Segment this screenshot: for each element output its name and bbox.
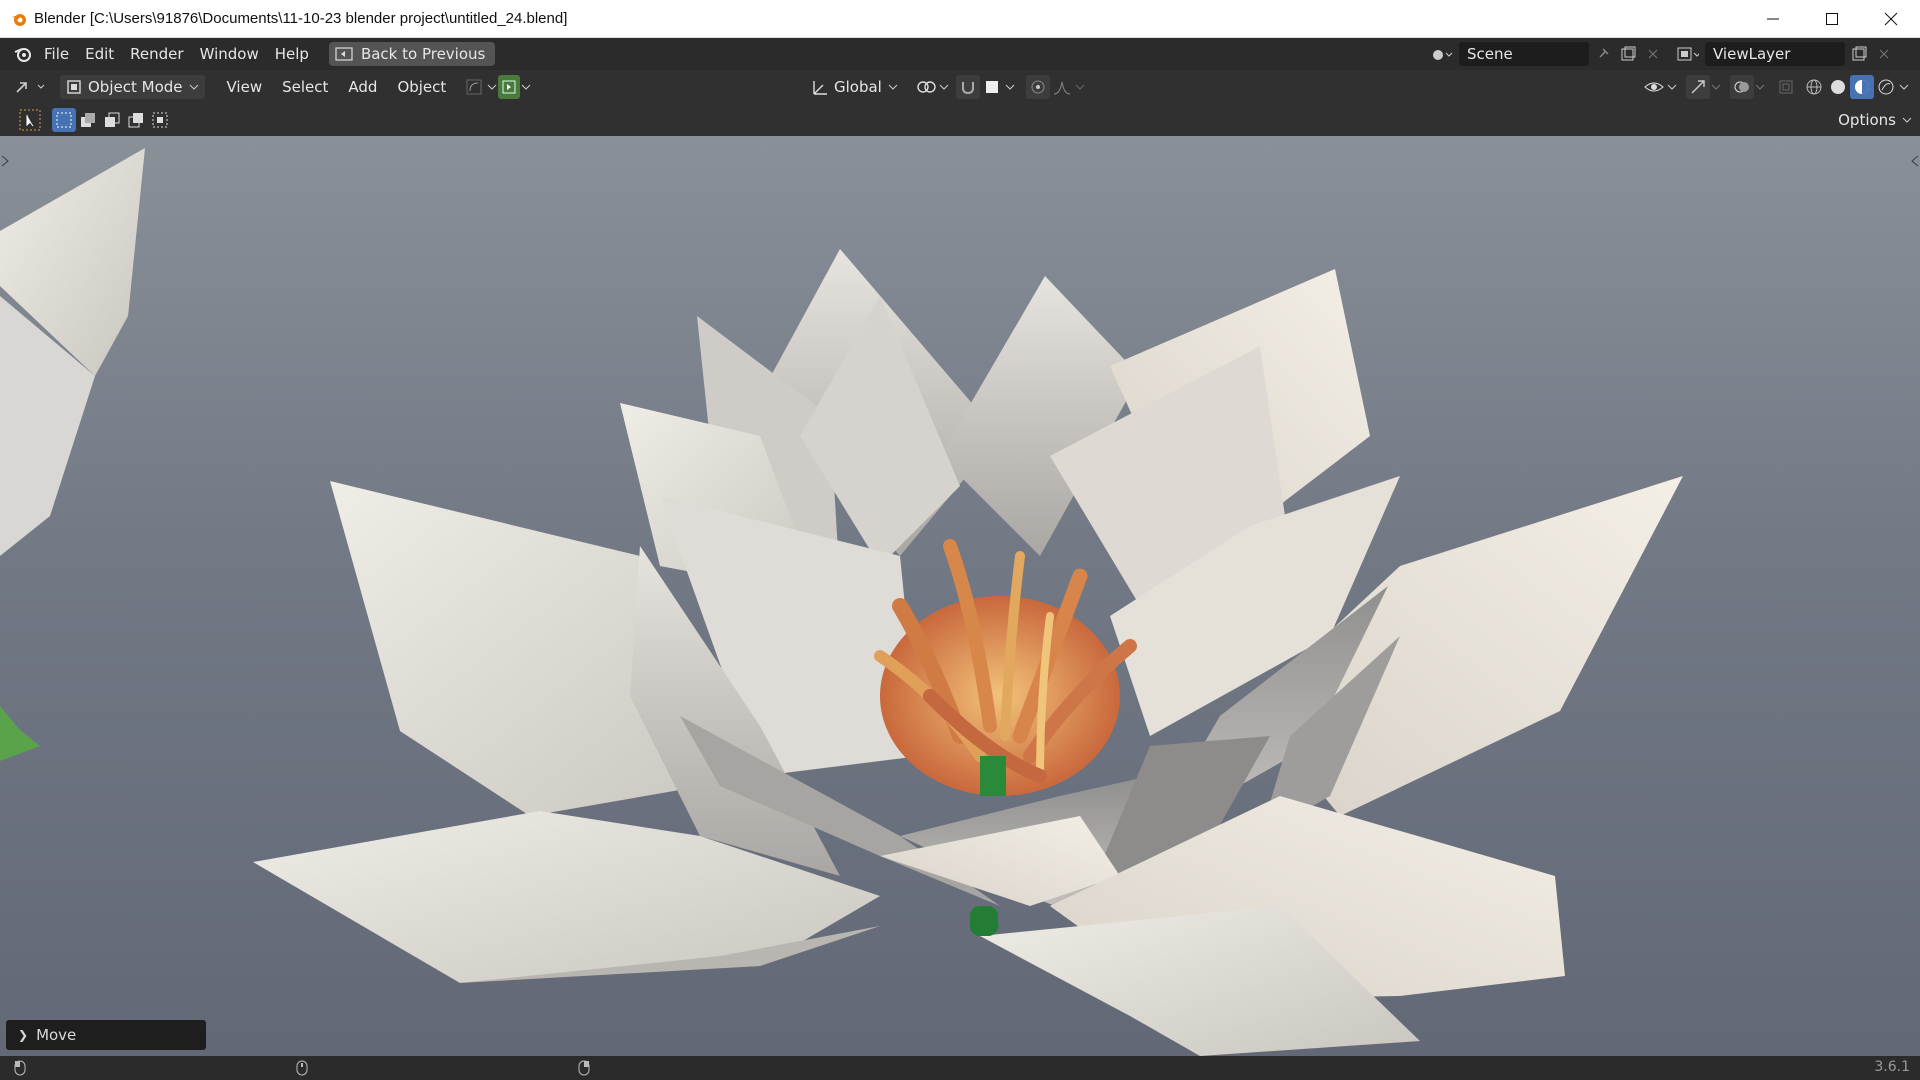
blender-menu-icon[interactable] [10, 41, 36, 67]
3d-viewport[interactable]: ❯ Move [0, 136, 1920, 1056]
viewport-menu-object[interactable]: Object [387, 78, 456, 96]
proportional-editing-icon[interactable] [1025, 75, 1050, 99]
lotus-flower-render [0, 148, 1683, 1056]
chevron-down-icon [1074, 75, 1086, 99]
active-tool-icon[interactable] [18, 108, 42, 132]
menu-file[interactable]: File [36, 41, 77, 67]
blender-version: 3.6.1 [1874, 1059, 1910, 1075]
select-subtract-icon[interactable] [100, 108, 124, 132]
transform-orientation-dropdown[interactable]: Global [804, 77, 904, 97]
scene-browse-icon[interactable] [1431, 43, 1453, 65]
menu-edit[interactable]: Edit [77, 41, 122, 67]
minimize-icon[interactable] [1743, 0, 1802, 38]
back-icon [335, 46, 355, 62]
select-difference-icon[interactable] [124, 108, 148, 132]
chevron-down-icon[interactable] [1004, 75, 1016, 99]
window-title: Blender [C:\Users\91876\Documents\11-10-… [34, 10, 568, 27]
back-to-previous-label: Back to Previous [360, 45, 486, 63]
chevron-down-icon[interactable] [1898, 75, 1910, 99]
material-preview-shading-icon[interactable] [1850, 75, 1874, 99]
chevron-down-icon[interactable] [486, 75, 498, 99]
solid-shading-icon[interactable] [1826, 75, 1850, 99]
last-operator-label: Move [36, 1026, 77, 1044]
viewport-menu-view[interactable]: View [217, 78, 273, 96]
scene-selector: Scene [1428, 41, 1664, 67]
delete-view-layer-icon[interactable] [1873, 43, 1895, 65]
chevron-down-icon[interactable] [1710, 75, 1722, 99]
gizmos-icon[interactable] [1686, 75, 1710, 99]
visibility-eye-icon[interactable] [1642, 75, 1666, 99]
viewport-menu-select[interactable]: Select [272, 78, 338, 96]
new-scene-icon[interactable] [1617, 43, 1639, 65]
view-layer-name-field[interactable]: ViewLayer [1705, 42, 1845, 66]
chevron-down-icon[interactable] [1754, 75, 1766, 99]
chevron-down-icon[interactable] [520, 75, 532, 99]
chevron-down-icon[interactable] [1666, 75, 1678, 99]
gizmo-toggle-icon[interactable] [498, 75, 521, 99]
scene-name-field[interactable]: Scene [1459, 42, 1589, 66]
select-intersect-icon[interactable] [148, 108, 172, 132]
options-label: Options [1838, 111, 1896, 129]
chevron-right-icon: ❯ [18, 1028, 29, 1042]
mouse-middle-icon [296, 1060, 308, 1076]
view-layer-browse-icon[interactable] [1677, 43, 1699, 65]
chevron-down-icon[interactable] [938, 75, 950, 99]
menu-help[interactable]: Help [267, 41, 317, 67]
object-mode-label: Object Mode [88, 78, 183, 96]
select-new-icon[interactable] [52, 108, 76, 132]
pivot-point-icon[interactable] [914, 75, 938, 99]
menu-render[interactable]: Render [122, 41, 191, 67]
chevron-down-icon [189, 84, 198, 90]
new-view-layer-icon[interactable] [1848, 43, 1870, 65]
window-titlebar: Blender [C:\Users\91876\Documents\11-10-… [0, 0, 1920, 38]
rendered-shading-icon[interactable] [1874, 75, 1898, 99]
chevron-down-icon [888, 84, 898, 90]
mouse-left-icon [14, 1060, 26, 1076]
mouse-right-icon [578, 1060, 590, 1076]
select-extend-icon[interactable] [76, 108, 100, 132]
stamen-cluster [874, 539, 1137, 796]
wireframe-shading-icon[interactable] [1802, 75, 1826, 99]
blender-topbar: File Edit Render Window Help Back to Pre… [0, 38, 1920, 70]
back-to-previous-button[interactable]: Back to Previous [328, 42, 496, 66]
close-icon[interactable] [1861, 0, 1920, 38]
viewport-menu-add[interactable]: Add [338, 78, 387, 96]
orientation-label: Global [834, 78, 882, 96]
transform-affect-icon[interactable] [462, 75, 486, 99]
snap-magnet-icon[interactable] [955, 75, 980, 99]
blender-logo-icon [8, 8, 30, 30]
delete-scene-icon[interactable] [1642, 43, 1664, 65]
object-mode-dropdown[interactable]: Object Mode [60, 75, 205, 99]
viewport-header: Object Mode View Select Add Object Globa… [0, 70, 1920, 104]
falloff-curve-icon[interactable] [1050, 75, 1074, 99]
options-dropdown[interactable]: Options [1838, 108, 1912, 132]
xray-toggle-icon[interactable] [1774, 75, 1798, 99]
chevron-down-icon [1902, 117, 1912, 123]
overlays-icon[interactable] [1730, 75, 1754, 99]
object-mode-icon [67, 80, 81, 94]
snap-increment-icon[interactable] [980, 75, 1004, 99]
status-bar: 3.6.1 [0, 1056, 1920, 1080]
orientation-axes-icon [813, 81, 827, 95]
last-operator-panel[interactable]: ❯ Move [6, 1020, 206, 1050]
editor-type-icon[interactable] [12, 75, 50, 99]
pin-icon[interactable] [1592, 43, 1614, 65]
menu-window[interactable]: Window [192, 41, 267, 67]
maximize-icon[interactable] [1802, 0, 1861, 38]
tool-settings-row: Options [0, 104, 1920, 136]
view-layer-selector: ViewLayer [1674, 41, 1895, 67]
